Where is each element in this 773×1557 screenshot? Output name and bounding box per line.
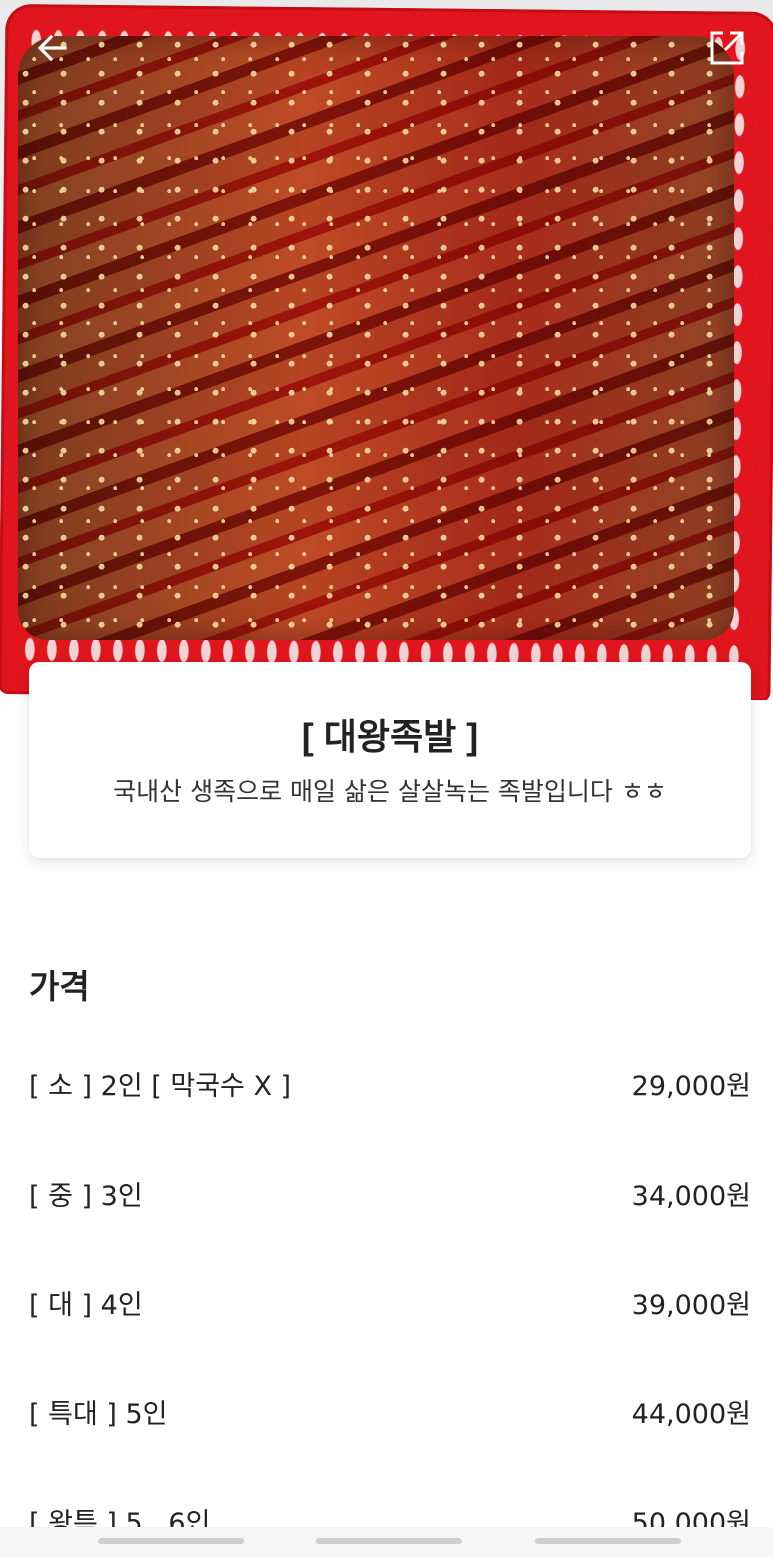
jokbal-dish-photo: [18, 36, 734, 640]
external-share-icon: [708, 29, 746, 71]
price-option-row[interactable]: [ 소 ] 2인 [ 막국수 X ] 29,000원: [29, 1053, 751, 1113]
menu-title: [ 대왕족발 ]: [301, 716, 479, 757]
price-option-row[interactable]: [ 중 ] 3인 34,000원: [29, 1163, 751, 1223]
nav-indicator[interactable]: [535, 1538, 681, 1544]
back-button[interactable]: [26, 24, 78, 76]
menu-info-card: [ 대왕족발 ] 국내산 생족으로 매일 삶은 살살녹는 족발입니다 ㅎㅎ: [29, 662, 751, 858]
price-section-title: 가격: [29, 967, 90, 1006]
arrow-left-icon: [35, 31, 69, 69]
option-price: 29,000원: [631, 1070, 751, 1102]
menu-description: 국내산 생족으로 매일 삶은 살살녹는 족발입니다 ㅎㅎ: [113, 777, 667, 806]
price-option-row[interactable]: [ 특대 ] 5인 44,000원: [29, 1381, 751, 1441]
option-price: 39,000원: [631, 1289, 751, 1321]
share-button[interactable]: [701, 24, 753, 76]
option-name: [ 소 ] 2인 [ 막국수 X ]: [29, 1070, 292, 1102]
option-name: [ 대 ] 4인: [29, 1289, 143, 1321]
bottom-navigation-bar: [0, 1527, 773, 1557]
option-name: [ 특대 ] 5인: [29, 1398, 168, 1430]
hero-image: [0, 0, 773, 700]
option-price: 34,000원: [631, 1180, 751, 1212]
price-option-row[interactable]: [ 대 ] 4인 39,000원: [29, 1272, 751, 1332]
option-name: [ 중 ] 3인: [29, 1180, 143, 1212]
nav-indicator[interactable]: [98, 1538, 244, 1544]
option-price: 44,000원: [631, 1398, 751, 1430]
nav-indicator[interactable]: [316, 1538, 462, 1544]
